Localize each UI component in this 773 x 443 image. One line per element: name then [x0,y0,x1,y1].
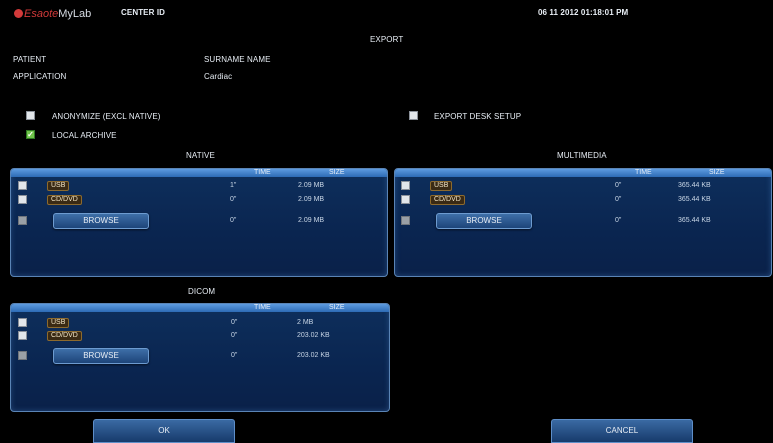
export-desk-setup-label: EXPORT DESK SETUP [434,112,522,121]
native-header-bar: TIME SIZE [11,169,387,177]
dicom-title: DICOM [188,287,216,296]
dicom-browse-checkbox[interactable] [18,351,27,360]
multimedia-cddvd-device: CD/DVD [430,195,465,205]
cancel-button[interactable]: CANCEL [551,419,693,443]
native-browse-size: 2.09 MB [298,217,325,224]
dicom-cddvd-size: 203.02 KB [297,332,330,339]
dicom-usb-size: 2 MB [297,319,314,326]
brand-logo: EsaoteMyLab [14,8,91,20]
multimedia-cddvd-time: 0" [615,196,622,203]
dicom-size-header: SIZE [329,304,345,311]
multimedia-size-header: SIZE [709,169,725,176]
native-browse-button[interactable]: BROWSE [53,213,149,229]
native-browse-time: 0" [230,217,237,224]
native-cddvd-size: 2.09 MB [298,196,325,203]
native-cddvd-device: CD/DVD [47,195,82,205]
dicom-usb-device: USB [47,318,70,328]
multimedia-usb-size: 365.44 KB [678,182,711,189]
native-title: NATIVE [186,151,215,160]
native-cddvd-time: 0" [230,196,237,203]
multimedia-browse-time: 0" [615,217,622,224]
anonymize-label: ANONYMIZE (EXCL NATIVE) [52,112,161,121]
dicom-cddvd-time: 0" [231,332,238,339]
dicom-cddvd-device: CD/DVD [47,331,82,341]
patient-label: PATIENT [13,55,47,64]
local-archive-label: LOCAL ARCHIVE [52,131,117,140]
native-usb-time: 1" [230,182,237,189]
multimedia-panel: TIME SIZE USB 0" 365.44 KB CD/DVD 0" 365… [394,168,772,277]
native-usb-size: 2.09 MB [298,182,325,189]
multimedia-cddvd-size: 365.44 KB [678,196,711,203]
application-value: Cardiac [204,72,233,81]
multimedia-time-header: TIME [635,169,652,176]
dicom-usb-time: 0" [231,319,238,326]
native-usb-device: USB [47,181,70,191]
center-id-label: CENTER ID [121,8,166,17]
patient-value: SURNAME NAME [204,55,271,64]
multimedia-browse-button[interactable]: BROWSE [436,213,532,229]
multimedia-header-bar: TIME SIZE [395,169,771,177]
dicom-browse-size: 203.02 KB [297,352,330,359]
native-cddvd-checkbox[interactable] [18,195,27,204]
anonymize-checkbox[interactable] [26,111,35,120]
multimedia-title: MULTIMEDIA [557,151,607,160]
native-browse-checkbox[interactable] [18,216,27,225]
native-size-header: SIZE [329,169,345,176]
dicom-time-header: TIME [254,304,271,311]
native-panel: TIME SIZE USB 1" 2.09 MB CD/DVD 0" 2.09 … [10,168,388,277]
multimedia-cddvd-checkbox[interactable] [401,195,410,204]
dicom-cddvd-checkbox[interactable] [18,331,27,340]
datetime: 06 11 2012 01:18:01 PM [538,8,629,17]
dicom-browse-time: 0" [231,352,238,359]
multimedia-usb-checkbox[interactable] [401,181,410,190]
local-archive-checkbox[interactable]: ✓ [26,130,35,139]
multimedia-browse-checkbox[interactable] [401,216,410,225]
logo-mark-icon [14,9,23,18]
multimedia-browse-size: 365.44 KB [678,217,711,224]
dicom-header-bar: TIME SIZE [11,304,389,312]
native-time-header: TIME [254,169,271,176]
dicom-usb-checkbox[interactable] [18,318,27,327]
page-title: EXPORT [370,35,404,44]
native-usb-checkbox[interactable] [18,181,27,190]
ok-button[interactable]: OK [93,419,235,443]
dicom-panel: TIME SIZE USB 0" 2 MB CD/DVD 0" 203.02 K… [10,303,390,412]
multimedia-usb-device: USB [430,181,453,191]
export-desk-setup-checkbox[interactable] [409,111,418,120]
dicom-browse-button[interactable]: BROWSE [53,348,149,364]
application-label: APPLICATION [13,72,67,81]
multimedia-usb-time: 0" [615,182,622,189]
